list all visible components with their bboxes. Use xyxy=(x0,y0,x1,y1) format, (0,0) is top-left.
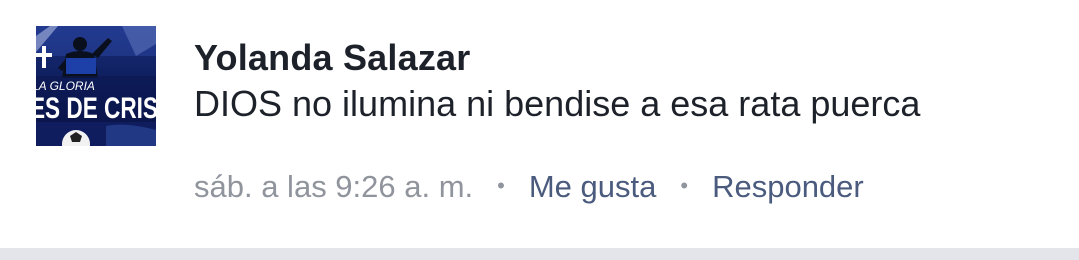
avatar[interactable]: LA GLORIA ES DE CRIS xyxy=(36,26,156,146)
separator-dot: • xyxy=(497,173,505,198)
comment-author[interactable]: Yolanda Salazar xyxy=(194,36,470,80)
like-button[interactable]: Me gusta xyxy=(529,169,657,204)
reply-button[interactable]: Responder xyxy=(712,169,864,204)
separator-dot: • xyxy=(680,173,689,198)
avatar-text-line2: ES DE CRIS xyxy=(36,92,156,125)
comment: LA GLORIA ES DE CRIS Yolanda Salazar DIO… xyxy=(0,0,1079,248)
comment-body: Yolanda Salazar DIOS no ilumina ni bendi… xyxy=(194,36,1059,126)
profile-photo-icon: LA GLORIA ES DE CRIS xyxy=(36,26,156,146)
comment-timestamp[interactable]: sáb. a las 9:26 a. m. xyxy=(194,169,473,204)
comment-text: DIOS no ilumina ni bendise a esa rata pu… xyxy=(194,83,921,124)
avatar-text-line1: LA GLORIA xyxy=(36,79,95,93)
section-divider xyxy=(0,248,1079,260)
comment-meta: sáb. a las 9:26 a. m. • Me gusta • Responder xyxy=(194,164,864,209)
